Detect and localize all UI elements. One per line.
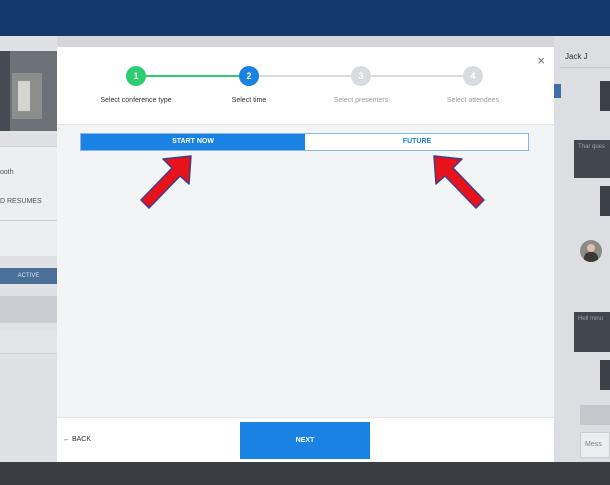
chat-message: Hell minu: [574, 312, 610, 352]
chat-action-button[interactable]: [600, 360, 610, 390]
booth-image: [0, 51, 57, 131]
step-4-indicator: 4: [463, 66, 483, 86]
avatar: [580, 240, 602, 262]
close-icon[interactable]: ×: [537, 54, 545, 67]
step-connector: [259, 75, 351, 77]
chat-contact-name: Jack J: [565, 52, 588, 61]
chat-accent: [554, 84, 561, 98]
active-badge: ACTIVE: [0, 268, 57, 284]
step-2-indicator: 2: [239, 66, 259, 86]
start-now-button[interactable]: START NOW: [81, 134, 305, 150]
chat-divider: [560, 67, 610, 68]
next-button[interactable]: NEXT: [240, 422, 370, 459]
stepper-header: × 1 Select conference type 2 Select time…: [57, 47, 554, 125]
step-2-label: Select time: [231, 97, 267, 104]
step-4-label: Select attendees: [446, 97, 500, 104]
step-3-label: Select presenters: [333, 97, 389, 104]
left-gray-block: [0, 296, 57, 323]
back-button[interactable]: ← BACK: [63, 436, 91, 443]
red-arrow-icon: [140, 155, 192, 209]
modal-footer: ← BACK NEXT: [57, 417, 554, 462]
step-1-indicator: 1: [126, 66, 146, 86]
left-divider: [0, 220, 57, 221]
red-arrow-icon: [433, 155, 485, 209]
conference-wizard-modal: × 1 Select conference type 2 Select time…: [57, 47, 554, 462]
left-booth-text: ooth: [0, 169, 14, 176]
left-panel: ooth D RESUMES ACTIVE: [0, 36, 57, 462]
step-connector: [371, 75, 463, 77]
step-3-indicator: 3: [351, 66, 371, 86]
future-button[interactable]: FUTURE: [305, 134, 529, 150]
left-resumes-text: D RESUMES: [0, 198, 42, 205]
chat-gray-bar: [580, 405, 610, 425]
chat-action-button[interactable]: [600, 186, 610, 216]
step-1-label: Select conference type: [100, 97, 172, 104]
chat-message: Thar ques: [574, 140, 610, 178]
chat-action-button[interactable]: [600, 81, 610, 111]
message-input[interactable]: Mess: [580, 432, 610, 458]
left-row: [0, 330, 57, 354]
app-bottom-bar: [0, 462, 610, 485]
step-connector: [146, 75, 239, 77]
app-topbar: [0, 0, 610, 36]
timing-toggle: START NOW FUTURE: [80, 133, 529, 151]
